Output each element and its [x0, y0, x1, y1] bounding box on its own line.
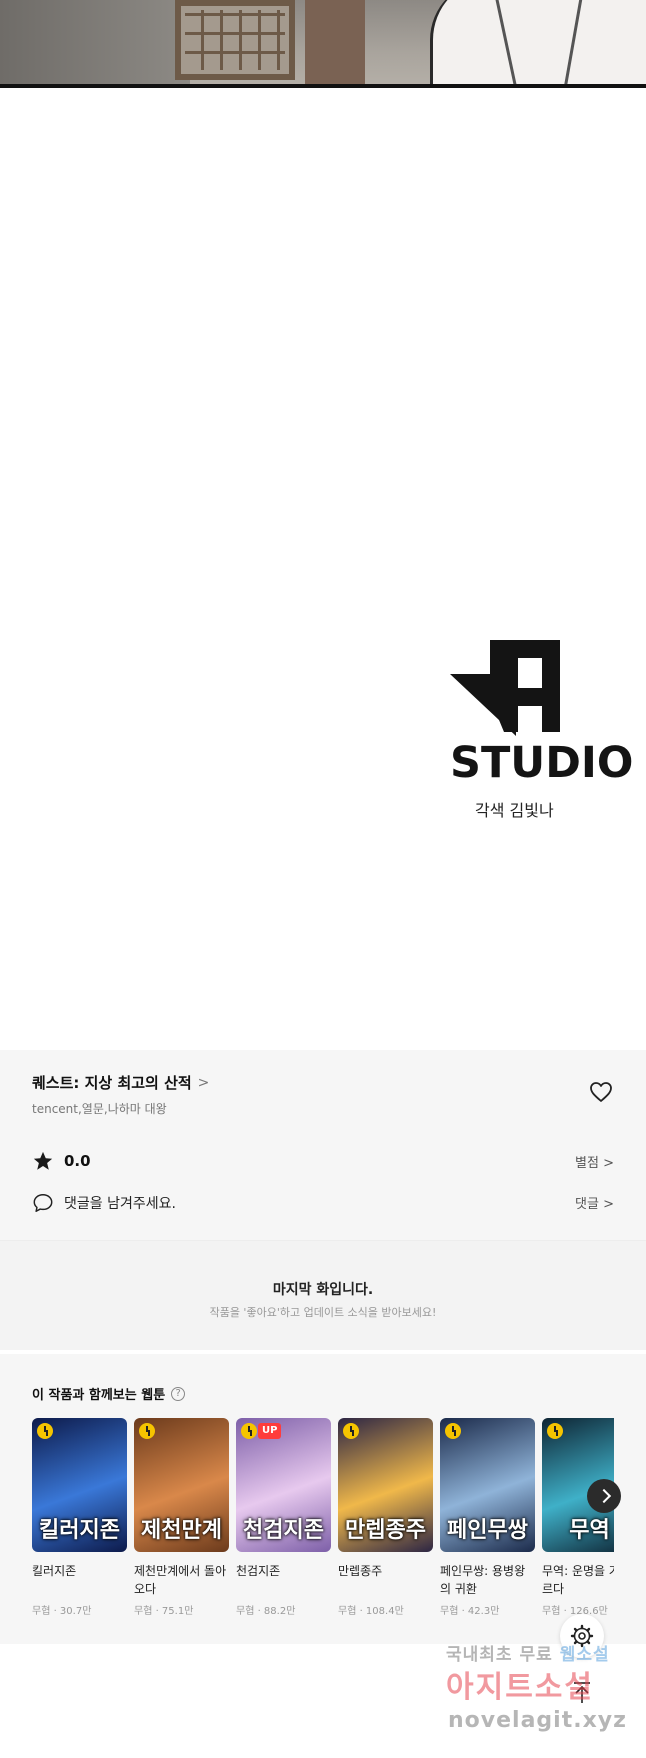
last-episode-subtitle: 작품을 '좋아요'하고 업데이트 소식을 받아보세요!	[209, 1306, 437, 1319]
clock-badge-icon	[343, 1423, 359, 1439]
recommendation-title: 제천만계에서 돌아오다	[134, 1564, 227, 1596]
comic-panel-image	[0, 0, 646, 88]
clock-badge-icon	[547, 1423, 563, 1439]
recommendation-meta: 무협 · 75.1만	[134, 1606, 194, 1617]
recommendation-card[interactable]: 킬러지존 킬러지존 무협 · 30.7만	[32, 1418, 127, 1617]
rate-label: 별점	[575, 1156, 599, 1171]
last-episode-panel: 마지막 화입니다. 작품을 '좋아요'하고 업데이트 소식을 받아보세요!	[0, 1240, 646, 1350]
series-title-link[interactable]: 퀘스트: 지상 최고의 산적 >	[32, 1072, 209, 1093]
comic-pillar	[305, 0, 365, 88]
recommendation-card[interactable]: 페인무쌍페인무쌍: 용병왕의 귀환무협 · 42.3만	[440, 1418, 535, 1617]
series-info-panel: 퀘스트: 지상 최고의 산적 > tencent,열문,나하마 대왕 0.0 별…	[0, 1050, 646, 1240]
watermark-line-2: 아지트소설	[446, 1670, 594, 1705]
chevron-right-icon: >	[603, 1156, 614, 1171]
recommendation-meta: 무협 · 42.3만	[440, 1606, 500, 1617]
rate-button[interactable]: 별점 >	[575, 1152, 614, 1171]
recommendation-title: 페인무쌍: 용병왕의 귀환	[440, 1564, 526, 1596]
recommendation-card[interactable]: UP 천검지존 천검지존 무협 · 88.2만	[236, 1418, 331, 1617]
site-watermark: 국내최초 무료 웹소설 아지트소설 novelagit.xyz	[446, 1640, 646, 1755]
recommendation-meta: 무협 · 30.7만	[32, 1606, 92, 1617]
cover-title-text: 천검지존	[243, 1517, 324, 1543]
recommendation-cover: UP 천검지존	[236, 1418, 331, 1552]
recommendation-title: 킬러지존	[32, 1564, 77, 1578]
recommendation-title: 만렙종주	[338, 1564, 383, 1578]
recommendation-carousel: 킬러지존 킬러지존 무협 · 30.7만 제천만계 제천만계에서 돌아오다 무협 · 75…	[32, 1418, 614, 1628]
carousel-next-button[interactable]	[587, 1479, 621, 1513]
cover-title-text: 제천만계	[141, 1517, 222, 1543]
recommendation-title: 무역: 운명을 거스르다	[542, 1564, 614, 1596]
cover-title-text: 무역	[569, 1517, 610, 1543]
series-title: 퀘스트: 지상 최고의 산적	[32, 1074, 192, 1092]
comic-wall	[0, 0, 190, 88]
clock-badge-icon	[139, 1423, 155, 1439]
recommendation-card[interactable]: 만렙종주 만렙종주 무협 · 108.4만	[338, 1418, 433, 1617]
comment-input[interactable]: 댓글을 남겨주세요.	[32, 1192, 176, 1214]
comic-window	[175, 0, 295, 80]
rating-row: 0.0	[32, 1150, 91, 1172]
recommendations-heading-text: 이 작품과 함께보는 웹툰	[32, 1388, 166, 1403]
recommendation-cover: 페인무쌍	[440, 1418, 535, 1552]
heart-icon[interactable]	[589, 1080, 613, 1104]
clock-badge-icon	[37, 1423, 53, 1439]
clock-badge-icon	[445, 1423, 461, 1439]
comic-border	[0, 84, 646, 88]
rating-value: 0.0	[64, 1152, 91, 1170]
recommendations-heading: 이 작품과 함께보는 웹툰 ?	[32, 1384, 186, 1403]
recommendation-title: 천검지존	[236, 1564, 281, 1578]
recommendation-cover: 만렙종주	[338, 1418, 433, 1552]
recommendation-card[interactable]: 무역무역: 운명을 거스르다무협 · 126.6만	[542, 1418, 614, 1617]
chevron-right-icon: >	[603, 1197, 614, 1212]
series-authors: tencent,열문,나하마 대왕	[32, 1102, 167, 1116]
clock-badge-icon	[241, 1423, 257, 1439]
cover-title-text: 킬러지존	[39, 1517, 120, 1543]
recommendation-card[interactable]: 제천만계제천만계에서 돌아오다무협 · 75.1만	[134, 1418, 229, 1617]
recommendation-meta: 무협 · 108.4만	[338, 1606, 404, 1617]
up-badge: UP	[258, 1423, 282, 1439]
recommendation-meta: 무협 · 88.2만	[236, 1606, 296, 1617]
comments-button[interactable]: 댓글 >	[575, 1193, 614, 1212]
comic-figure	[430, 0, 646, 88]
cover-title-text: 페인무쌍	[447, 1517, 528, 1543]
star-icon	[33, 1151, 53, 1170]
help-icon[interactable]: ?	[171, 1386, 186, 1401]
last-episode-title: 마지막 화입니다.	[272, 1282, 374, 1298]
recommendation-cover: 제천만계	[134, 1418, 229, 1552]
speech-bubble-icon	[33, 1194, 53, 1212]
adaptation-credit: 각색 김빛나	[475, 801, 554, 820]
studio-logo-text: STUDIO	[450, 738, 634, 788]
comments-label: 댓글	[575, 1197, 599, 1212]
watermark-line-3: novelagit.xyz	[448, 1708, 627, 1733]
recommendation-cover: 킬러지존	[32, 1418, 127, 1552]
comment-placeholder: 댓글을 남겨주세요.	[64, 1196, 176, 1212]
chevron-right-icon: >	[197, 1074, 210, 1091]
recommendations-panel: 이 작품과 함께보는 웹툰 ? 킬러지존 킬러지존 무협 · 30.7만 제천만계 제천…	[0, 1354, 646, 1644]
cover-title-text: 만렙종주	[345, 1517, 426, 1543]
